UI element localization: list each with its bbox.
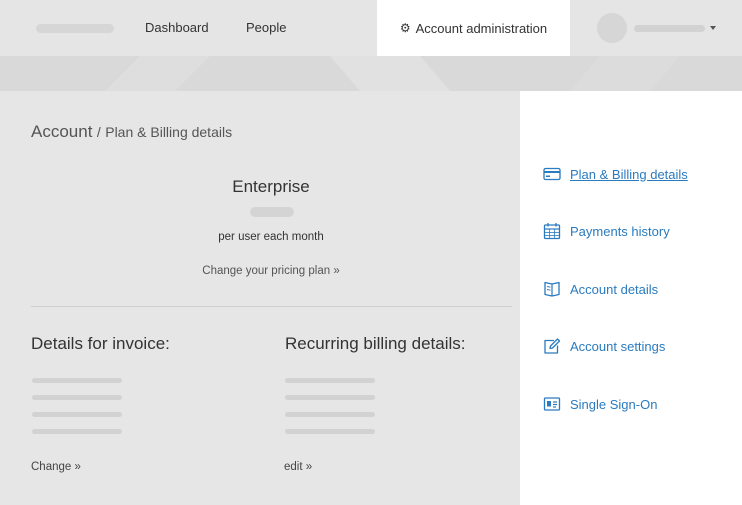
gear-icon: ⚙	[399, 21, 411, 35]
header-banner	[0, 56, 742, 91]
invoice-details-title: Details for invoice:	[31, 334, 170, 353]
recurring-line-placeholder	[285, 378, 375, 383]
sidebar-item-label: Account settings	[570, 338, 666, 354]
invoice-line-placeholder	[32, 395, 122, 400]
chevron-down-icon	[710, 26, 716, 30]
id-card-icon	[543, 397, 561, 411]
sidebar-item-plan-billing[interactable]: Plan & Billing details	[543, 165, 688, 183]
recurring-line-placeholder	[285, 395, 375, 400]
recurring-line-placeholder	[285, 412, 375, 417]
recurring-line-placeholder	[285, 429, 375, 434]
invoice-line-placeholder	[32, 378, 122, 383]
plan-name: Enterprise	[232, 177, 310, 196]
edit-recurring-billing-link[interactable]: edit »	[284, 461, 312, 473]
sidebar-item-label: Payments history	[570, 223, 670, 239]
plan-price-placeholder	[250, 207, 294, 217]
nav-account-administration-label: Account administration	[415, 20, 548, 36]
settings-sidebar: Plan & Billing details Payments history …	[520, 91, 742, 505]
breadcrumb-separator: /	[96, 124, 101, 140]
sidebar-item-label: Plan & Billing details	[570, 166, 688, 182]
sidebar-item-payments-history[interactable]: Payments history	[543, 222, 670, 240]
breadcrumb-current: Plan & Billing details	[105, 124, 233, 140]
main-content: Account / Plan & Billing details Enterpr…	[0, 91, 520, 505]
nav-people[interactable]: People	[246, 20, 286, 35]
invoice-line-placeholder	[32, 429, 122, 434]
sidebar-item-account-settings[interactable]: Account settings	[543, 337, 665, 355]
nav-dashboard[interactable]: Dashboard	[145, 20, 209, 35]
recurring-billing-title: Recurring billing details:	[285, 334, 466, 353]
credit-card-icon	[543, 167, 561, 181]
user-menu[interactable]	[597, 13, 722, 45]
avatar	[597, 13, 627, 43]
sidebar-item-account-details[interactable]: Account details	[543, 280, 658, 298]
change-invoice-link[interactable]: Change »	[31, 461, 81, 473]
top-navbar: Dashboard People ⚙ Account administratio…	[0, 0, 742, 56]
sidebar-item-label: Account details	[570, 281, 659, 297]
change-pricing-plan-link[interactable]: Change your pricing plan »	[0, 265, 542, 277]
sidebar-item-single-sign-on[interactable]: Single Sign-On	[543, 395, 657, 413]
sidebar-item-label: Single Sign-On	[570, 396, 658, 412]
breadcrumb: Account / Plan & Billing details	[31, 122, 232, 142]
banner-pattern	[105, 56, 680, 91]
calendar-icon	[543, 223, 561, 240]
invoice-line-placeholder	[32, 412, 122, 417]
app-logo-placeholder[interactable]	[36, 24, 114, 33]
breadcrumb-root[interactable]: Account	[31, 122, 92, 141]
edit-icon	[544, 338, 561, 354]
plan-price-unit: per user each month	[218, 231, 324, 243]
book-icon	[544, 281, 560, 297]
divider	[31, 306, 512, 307]
nav-account-administration[interactable]: ⚙ Account administration	[377, 0, 570, 56]
user-name-placeholder	[634, 25, 705, 32]
